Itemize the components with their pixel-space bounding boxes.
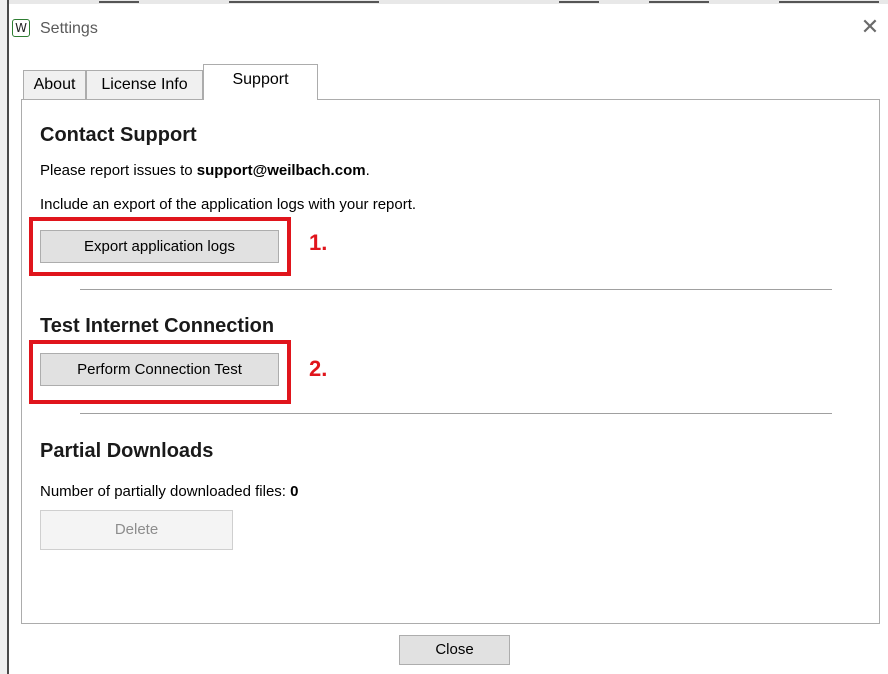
title-bar: W Settings ✕ (9, 4, 888, 54)
test-connection-heading: Test Internet Connection (40, 315, 275, 337)
settings-dialog: W Settings ✕ About License Info Support … (9, 4, 888, 674)
annotation-box-2 (29, 340, 291, 404)
separator (80, 289, 832, 290)
app-logo-icon: W (12, 19, 30, 37)
partial-downloads-heading: Partial Downloads (40, 440, 214, 462)
tab-about[interactable]: About (23, 70, 86, 99)
close-icon[interactable]: ✕ (858, 16, 882, 40)
annotation-label-2: 2. (309, 356, 328, 381)
partial-files-count: Number of partially downloaded files: 0 (40, 483, 299, 500)
support-panel: Contact Support Please report issues to … (21, 99, 880, 624)
annotation-box-1 (29, 217, 291, 276)
background-window-edge (0, 0, 9, 674)
contact-support-heading: Contact Support (40, 124, 197, 146)
window-title: Settings (40, 20, 98, 37)
report-issues-text: Please report issues to support@weilbach… (40, 162, 370, 179)
partial-files-count-value: 0 (290, 483, 299, 500)
tab-license-info[interactable]: License Info (86, 70, 203, 99)
separator (80, 413, 832, 414)
close-button[interactable]: Close (399, 635, 510, 665)
tab-support[interactable]: Support (203, 64, 318, 100)
include-logs-text: Include an export of the application log… (40, 196, 417, 213)
support-email: support@weilbach.com (196, 162, 366, 179)
annotation-label-1: 1. (309, 230, 328, 255)
delete-button[interactable]: Delete (40, 510, 233, 550)
